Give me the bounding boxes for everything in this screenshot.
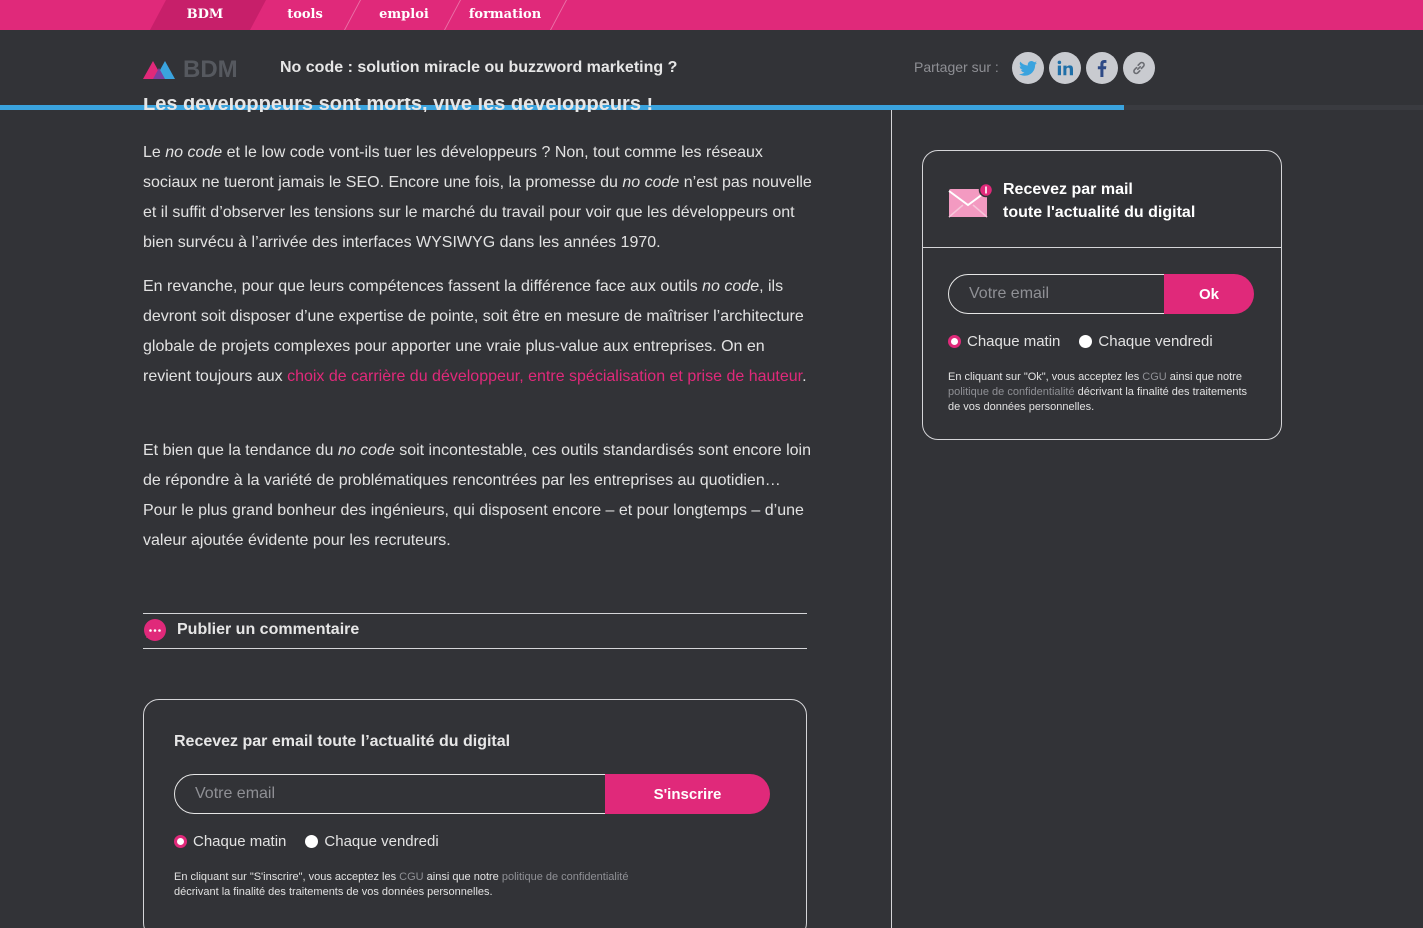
newsletter-sidebar-title-line: Recevez par mail [1003, 181, 1133, 198]
tab-tools[interactable]: tools [270, 0, 340, 30]
legal-text: ainsi que notre [1166, 371, 1242, 383]
cgu-link[interactable]: CGU [399, 871, 423, 883]
logo-triangles-icon [143, 61, 175, 79]
site-header: BDM No code : solution miracle ou buzzwo… [0, 30, 1423, 107]
radio-label-every-morning: Chaque matin [967, 333, 1061, 350]
newsletter-bottom-legal: En cliquant sur "S'inscrire", vous accep… [174, 870, 654, 900]
article-paragraph-3: Et bien que la tendance du no code soit … [143, 436, 813, 556]
newsletter-bottom-frequency: Chaque matin Chaque vendredi [174, 833, 458, 850]
privacy-policy-link[interactable]: politique de confidentialité [948, 386, 1075, 398]
share-twitter-button[interactable] [1012, 52, 1044, 84]
newsletter-bottom-email-input[interactable] [174, 774, 606, 814]
tab-formation[interactable]: formation [466, 0, 544, 30]
legal-text: En cliquant sur "S'inscrire", vous accep… [174, 871, 400, 883]
cgu-link[interactable]: CGU [1142, 371, 1166, 383]
share-linkedin-button[interactable] [1049, 52, 1081, 84]
newsletter-bottom-box: Recevez par email toute l’actualité du d… [143, 699, 807, 928]
radio-every-friday[interactable] [1079, 335, 1093, 348]
paragraph-text: Le [143, 144, 166, 161]
top-nav: BDM tools emploi formation [0, 0, 1423, 30]
article-paragraph-2: En revanche, pour que leurs compétences … [143, 272, 813, 392]
envelope-icon [948, 182, 992, 218]
newsletter-bottom-title: Recevez par email toute l’actualité du d… [174, 733, 511, 750]
section-heading: Les développeurs sont morts, vive les dé… [143, 98, 654, 112]
share-label: Partager sur : [914, 59, 999, 75]
linkedin-icon [1057, 60, 1073, 76]
paragraph-emphasis: no code [165, 144, 223, 161]
publish-comment-label: Publier un commentaire [177, 621, 360, 638]
legal-text: décrivant la finalité des traitements de… [174, 886, 493, 898]
radio-label-every-morning: Chaque matin [193, 833, 287, 850]
paragraph-emphasis: no code [337, 442, 395, 459]
newsletter-sidebar-frequency: Chaque matin Chaque vendredi [948, 333, 1232, 350]
sidebar-divider [891, 110, 892, 928]
paragraph-emphasis: no code [702, 278, 760, 295]
bdm-logo[interactable]: BDM [143, 56, 243, 83]
twitter-icon [1019, 60, 1037, 76]
legal-text: ainsi que notre [423, 871, 502, 883]
speech-bubble-icon [144, 619, 166, 641]
radio-label-every-friday: Chaque vendredi [1098, 333, 1213, 350]
paragraph-text: . [802, 368, 807, 385]
legal-text: En cliquant sur "Ok", vous acceptez les [948, 371, 1143, 383]
radio-label-every-friday: Chaque vendredi [324, 833, 439, 850]
article-paragraph-1: Le no code et le low code vont-ils tuer … [143, 138, 813, 258]
radio-every-friday[interactable] [305, 835, 319, 848]
tab-bdm[interactable]: BDM [170, 0, 240, 30]
share-facebook-button[interactable] [1086, 52, 1118, 84]
subscribe-button[interactable]: S'inscrire [605, 774, 770, 814]
page-title: No code : solution miracle ou buzzword m… [280, 59, 678, 76]
radio-every-morning[interactable] [948, 335, 961, 348]
paragraph-text: En revanche, pour que leurs compétences … [143, 278, 703, 295]
privacy-policy-link[interactable]: politique de confidentialité [502, 871, 629, 883]
link-icon [1133, 61, 1145, 75]
paragraph-emphasis: no code [622, 174, 680, 191]
career-choice-link[interactable]: choix de carrière du développeur, entre … [287, 368, 802, 385]
logo-text: BDM [183, 56, 238, 83]
newsletter-sidebar-title: Recevez par mail toute l'actualité du di… [1003, 178, 1195, 224]
copy-link-button[interactable] [1123, 52, 1155, 84]
comment-divider-bottom [143, 648, 807, 649]
radio-every-morning[interactable] [174, 835, 187, 848]
ok-button[interactable]: Ok [1164, 274, 1254, 314]
newsletter-sidebar-title-line: toute l'actualité du digital [1003, 204, 1196, 221]
facebook-icon [1097, 59, 1107, 77]
newsletter-sidebar-box: Recevez par mail toute l'actualité du di… [922, 150, 1282, 440]
tab-emploi[interactable]: emploi [369, 0, 439, 30]
newsletter-sidebar-divider [923, 247, 1281, 248]
comment-divider-top [143, 613, 807, 614]
paragraph-text: Et bien que la tendance du [143, 442, 338, 459]
newsletter-sidebar-legal: En cliquant sur "Ok", vous acceptez les … [948, 370, 1253, 415]
newsletter-sidebar-email-input[interactable] [948, 274, 1165, 314]
